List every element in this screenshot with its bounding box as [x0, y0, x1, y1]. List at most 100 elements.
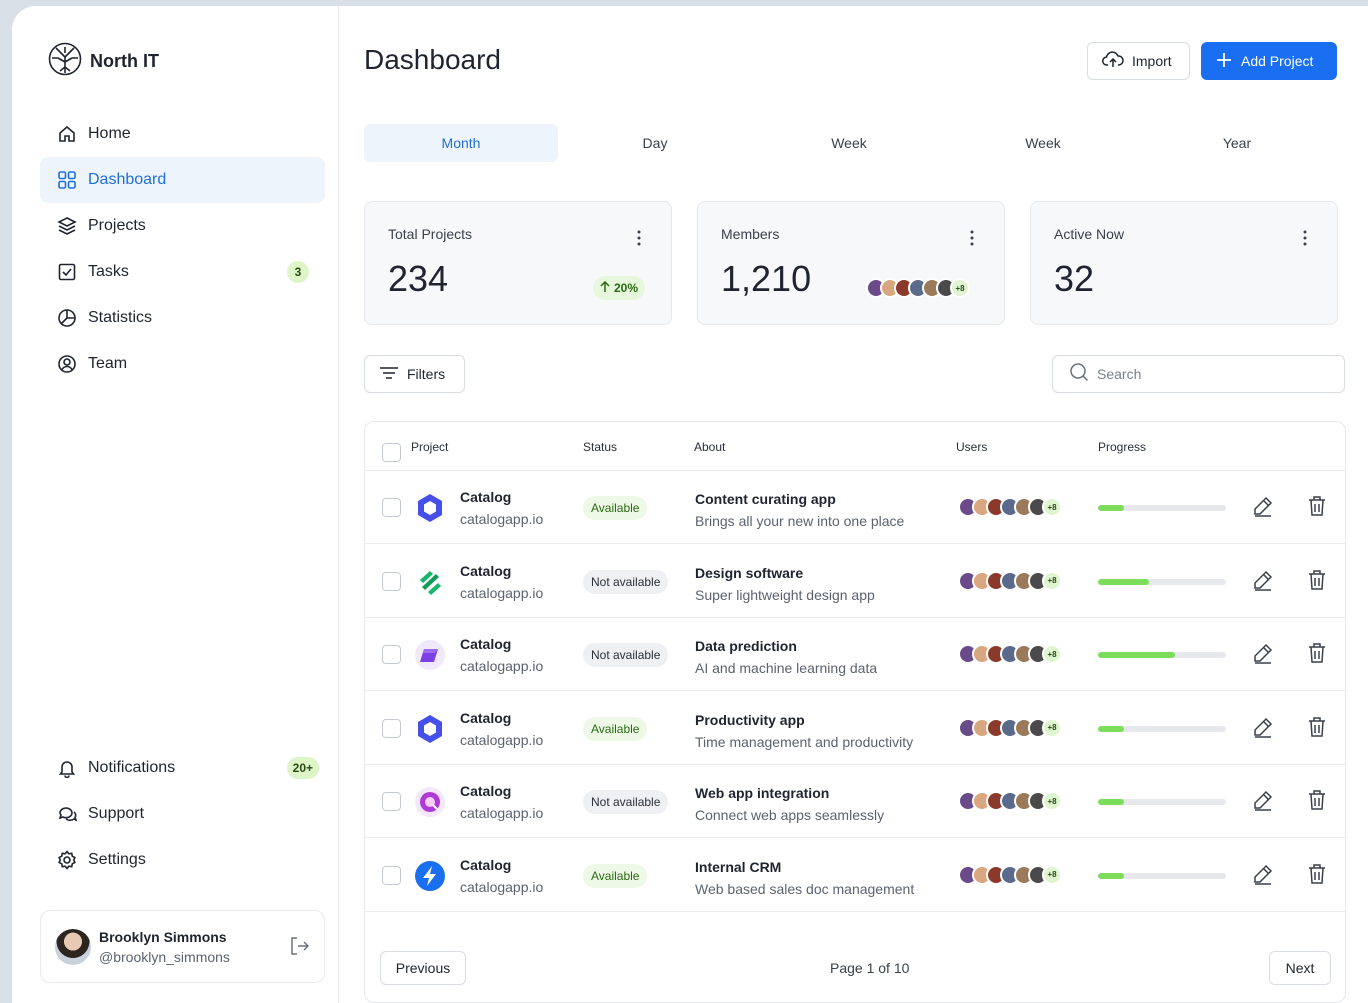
tab-day[interactable]: Day	[558, 124, 752, 162]
project-name: Catalog	[460, 709, 512, 726]
hexagon-logo-icon	[411, 710, 449, 748]
next-button[interactable]: Next	[1269, 951, 1331, 985]
status-badge: Not available	[583, 643, 669, 667]
kebab-menu-icon[interactable]	[970, 230, 974, 251]
edit-icon[interactable]	[1252, 863, 1274, 890]
kebab-menu-icon[interactable]	[1303, 230, 1307, 251]
table-row[interactable]: Catalog catalogapp.io Available Content …	[365, 471, 1345, 544]
tab-week[interactable]: Week	[752, 124, 946, 162]
about-title: Web app integration	[695, 785, 830, 801]
pie-chart-icon	[56, 307, 78, 329]
sidebar-item-dashboard[interactable]: Dashboard	[40, 157, 325, 203]
secondary-nav: Notifications 20+ Support Settings	[40, 745, 325, 883]
column-header-about[interactable]: About	[694, 440, 725, 454]
bolt-logo-icon	[411, 857, 449, 895]
tree-logo-icon	[48, 42, 82, 81]
table-row[interactable]: Catalog catalogapp.io Not available Data…	[365, 618, 1345, 691]
row-checkbox[interactable]	[382, 792, 401, 811]
trash-icon[interactable]	[1307, 495, 1327, 522]
progress-bar	[1098, 872, 1226, 879]
more-users-badge: +8	[1042, 864, 1062, 885]
project-name: Catalog	[460, 636, 512, 652]
column-header-project[interactable]: Project	[411, 440, 448, 454]
edit-icon[interactable]	[1252, 495, 1274, 522]
select-all-checkbox[interactable]	[382, 443, 401, 462]
column-header-status[interactable]: Status	[583, 440, 617, 454]
table-row[interactable]: Catalog catalogapp.io Not available Desi…	[365, 545, 1345, 618]
user-info: Brooklyn Simmons @brooklyn_simmons	[99, 929, 230, 965]
progress-bar	[1098, 578, 1226, 585]
trash-icon[interactable]	[1307, 863, 1327, 890]
period-tabs: Month Day Week Week Year	[364, 124, 1334, 162]
row-checkbox[interactable]	[382, 865, 401, 885]
row-checkbox[interactable]	[382, 645, 401, 664]
tab-month[interactable]: Month	[364, 124, 558, 162]
column-header-progress[interactable]: Progress	[1098, 440, 1146, 454]
more-members-badge: +8	[950, 278, 970, 298]
edit-icon[interactable]	[1252, 642, 1274, 669]
tab-year[interactable]: Year	[1140, 124, 1334, 162]
project-url: catalogapp.io	[460, 731, 544, 748]
sidebar-item-label: Projects	[88, 217, 146, 234]
table-row[interactable]: Catalog catalogapp.io Not available Web …	[365, 765, 1345, 838]
more-users-badge: +8	[1042, 717, 1062, 738]
project-url: catalogapp.io	[460, 584, 544, 601]
row-checkbox[interactable]	[382, 571, 401, 591]
more-users-badge: +8	[1042, 791, 1062, 811]
sidebar-item-settings[interactable]: Settings	[40, 837, 325, 883]
edit-icon[interactable]	[1252, 569, 1274, 596]
card-label: Total Projects	[388, 226, 473, 242]
trash-icon[interactable]	[1307, 569, 1327, 596]
trash-icon[interactable]	[1307, 789, 1327, 816]
sidebar-item-support[interactable]: Support	[40, 791, 325, 837]
table-row[interactable]: Catalog catalogapp.io Available Internal…	[365, 839, 1345, 912]
sidebar-item-projects[interactable]: Projects	[40, 203, 325, 249]
projects-table: Project Status About Users Progress Cata…	[364, 421, 1346, 1003]
trash-icon[interactable]	[1307, 642, 1327, 669]
brand[interactable]: North IT	[48, 42, 159, 81]
edit-icon[interactable]	[1252, 716, 1274, 743]
import-button[interactable]: Import	[1087, 42, 1190, 80]
progress-fill	[1098, 505, 1124, 511]
main-nav: Home Dashboard Projects Tasks 3 Statisti…	[40, 111, 325, 387]
logout-icon[interactable]	[288, 935, 310, 962]
sidebar-item-label: Tasks	[88, 263, 129, 280]
edit-icon[interactable]	[1252, 789, 1274, 816]
progress-bar	[1098, 505, 1226, 511]
previous-button[interactable]: Previous	[380, 951, 466, 985]
row-checkbox[interactable]	[382, 718, 401, 738]
filters-button[interactable]: Filters	[364, 355, 465, 393]
search-box[interactable]	[1052, 355, 1345, 393]
tasks-count-badge: 3	[287, 261, 309, 283]
project-url: catalogapp.io	[460, 878, 544, 895]
sidebar-item-statistics[interactable]: Statistics	[40, 295, 325, 341]
about-description: AI and machine learning data	[695, 660, 878, 676]
user-card[interactable]: Brooklyn Simmons @brooklyn_simmons	[40, 910, 325, 983]
avatar	[55, 928, 91, 965]
member-avatars: +8	[866, 278, 970, 298]
hexagon-logo-icon	[411, 489, 449, 527]
tab-week-2[interactable]: Week	[946, 124, 1140, 162]
table-row[interactable]: Catalog catalogapp.io Available Producti…	[365, 692, 1345, 765]
progress-fill	[1098, 872, 1124, 879]
sidebar-item-label: Support	[88, 805, 145, 822]
about-description: Time management and productivity	[695, 733, 914, 750]
cloud-upload-icon	[1102, 50, 1124, 72]
about-description: Connect web apps seamlessly	[695, 807, 885, 823]
progress-fill	[1098, 578, 1150, 585]
about-title: Productivity app	[695, 711, 805, 728]
card-value: 234	[388, 258, 449, 299]
sidebar-item-team[interactable]: Team	[40, 341, 325, 387]
search-input[interactable]	[1097, 366, 1317, 382]
sidebar-item-tasks[interactable]: Tasks 3	[40, 249, 325, 295]
row-checkbox[interactable]	[382, 498, 401, 517]
kebab-menu-icon[interactable]	[637, 230, 641, 251]
column-header-users[interactable]: Users	[956, 440, 987, 454]
add-project-button[interactable]: Add Project	[1201, 42, 1337, 80]
sidebar-item-notifications[interactable]: Notifications 20+	[40, 745, 325, 791]
search-icon	[1069, 362, 1089, 387]
sidebar-item-home[interactable]: Home	[40, 111, 325, 157]
add-project-label: Add Project	[1241, 53, 1314, 69]
bell-icon	[56, 757, 78, 779]
trash-icon[interactable]	[1307, 716, 1327, 743]
